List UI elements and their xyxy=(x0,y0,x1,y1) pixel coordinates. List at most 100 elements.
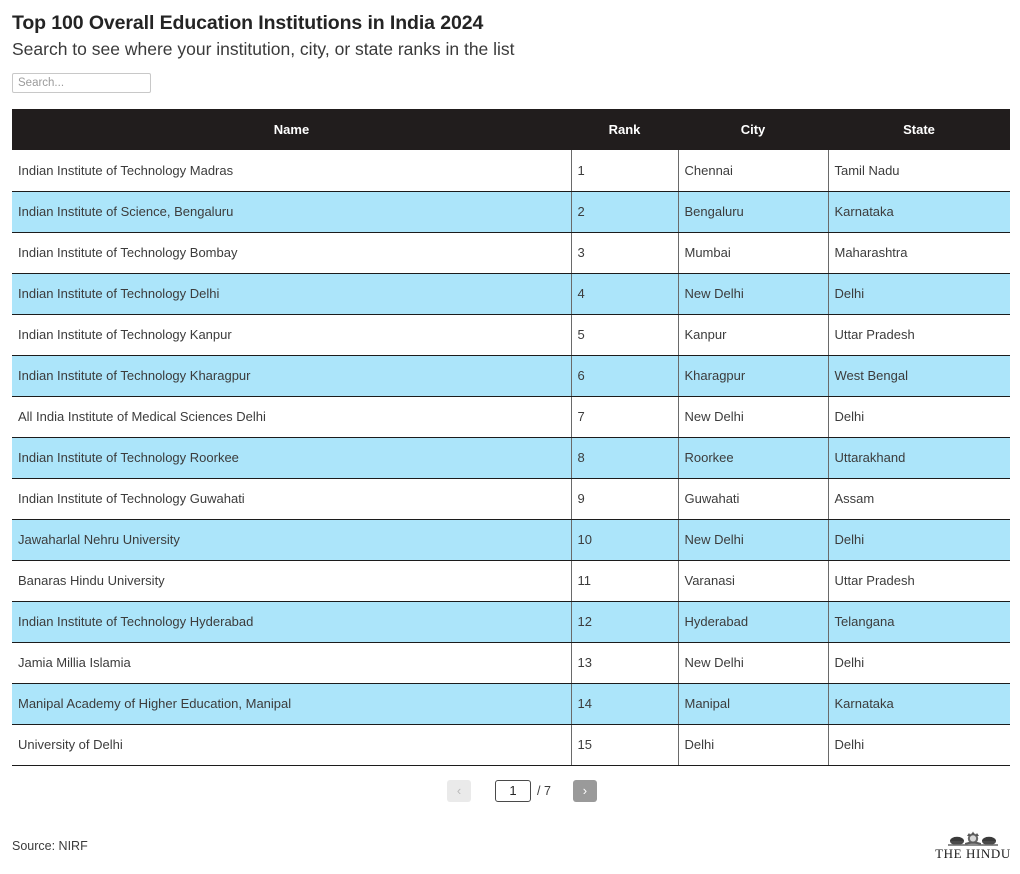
table-row: Jamia Millia Islamia 13 New Delhi Delhi xyxy=(12,642,1010,684)
table-row: Banaras Hindu University 11 Varanasi Uttar … xyxy=(12,560,1010,602)
table-head: Name Rank City State xyxy=(12,109,1010,150)
cell-rank: 5 xyxy=(571,314,679,356)
cell-city: Hyderabad xyxy=(678,601,829,643)
cell-state: Karnataka xyxy=(828,683,1010,725)
the-hindu-logo: THE HINDU xyxy=(935,831,1011,861)
previous-page-button[interactable]: ‹ xyxy=(447,779,472,802)
column-header-rank[interactable]: Rank xyxy=(571,109,678,150)
cell-city: Mumbai xyxy=(678,232,829,274)
cell-state: Maharashtra xyxy=(828,232,1010,274)
cell-name: Jawaharlal Nehru University xyxy=(12,519,572,561)
page-number-input[interactable] xyxy=(495,779,532,802)
table-row: Indian Institute of Technology Kanpur 5 Ka… xyxy=(12,314,1010,356)
table-container: Name Rank City State Indian Institute of… xyxy=(0,93,1020,806)
table-row: Indian Institute of Technology Delhi 4 New… xyxy=(12,273,1010,315)
cell-city: Varanasi xyxy=(678,560,829,602)
brand-name: THE HINDU xyxy=(935,846,1011,861)
header: Top 100 Overall Education Institutions i… xyxy=(0,0,1020,61)
cell-rank: 6 xyxy=(571,355,679,397)
cell-city: Bengaluru xyxy=(678,191,829,233)
column-header-city[interactable]: City xyxy=(678,109,828,150)
search-input[interactable] xyxy=(12,73,151,93)
cell-rank: 15 xyxy=(571,724,679,766)
cell-name: Indian Institute of Technology Madras xyxy=(12,150,572,192)
cell-state: Delhi xyxy=(828,396,1010,438)
cell-name: Jamia Millia Islamia xyxy=(12,642,572,684)
cell-city: New Delhi xyxy=(678,273,829,315)
table-row: All India Institute of Medical Sciences … xyxy=(12,396,1010,438)
cell-city: Manipal xyxy=(678,683,829,725)
cell-rank: 10 xyxy=(571,519,679,561)
cell-rank: 13 xyxy=(571,642,679,684)
search-container xyxy=(0,61,1020,93)
page-title: Top 100 Overall Education Institutions i… xyxy=(12,12,484,34)
cell-rank: 8 xyxy=(571,437,679,479)
cell-name: Indian Institute of Technology Hyderabad xyxy=(12,601,572,643)
table-row: Indian Institute of Technology Guwahati 9… xyxy=(12,478,1010,520)
rankings-table: Name Rank City State Indian Institute of… xyxy=(12,109,1010,766)
column-header-state[interactable]: State xyxy=(828,109,1010,150)
cell-state: Assam xyxy=(828,478,1010,520)
table-header-row: Name Rank City State xyxy=(12,109,1010,150)
cell-state: Delhi xyxy=(828,519,1010,561)
cell-city: New Delhi xyxy=(678,519,829,561)
table-row: Manipal Academy of Higher Education, Man… xyxy=(12,683,1010,725)
cell-rank: 11 xyxy=(571,560,679,602)
cell-city: Kanpur xyxy=(678,314,829,356)
cell-rank: 7 xyxy=(571,396,679,438)
cell-state: Karnataka xyxy=(828,191,1010,233)
cell-city: Delhi xyxy=(678,724,829,766)
table-row: Jawaharlal Nehru University 10 New Delhi De… xyxy=(12,519,1010,561)
cell-city: Chennai xyxy=(678,150,829,192)
cell-rank: 2 xyxy=(571,191,679,233)
cell-name: Indian Institute of Technology Delhi xyxy=(12,273,572,315)
cell-rank: 9 xyxy=(571,478,679,520)
table-body: Indian Institute of Technology Madras 1 Ch… xyxy=(12,150,1010,766)
cell-rank: 4 xyxy=(571,273,679,315)
cell-rank: 14 xyxy=(571,683,679,725)
table-row: Indian Institute of Science, Bengaluru 2 B… xyxy=(12,191,1010,233)
cell-city: New Delhi xyxy=(678,396,829,438)
cell-name: Indian Institute of Technology Kharagpur xyxy=(12,355,572,397)
table-row: Indian Institute of Technology Kharagpur… xyxy=(12,355,1010,397)
page-root: Top 100 Overall Education Institutions i… xyxy=(0,0,1020,874)
cell-name: Banaras Hindu University xyxy=(12,560,572,602)
total-pages-label: / 7 xyxy=(537,783,551,798)
cell-name: Indian Institute of Science, Bengaluru xyxy=(12,191,572,233)
table-row: Indian Institute of Technology Roorkee 8 R… xyxy=(12,437,1010,479)
page-subtitle: Search to see where your institution, ci… xyxy=(12,39,515,59)
cell-name: Indian Institute of Technology Roorkee xyxy=(12,437,572,479)
table-row: Indian Institute of Technology Hyderabad… xyxy=(12,601,1010,643)
pagination: ‹ / 7 › xyxy=(12,776,1020,806)
cell-state: Uttar Pradesh xyxy=(828,560,1010,602)
cell-city: Kharagpur xyxy=(678,355,829,397)
next-page-button[interactable]: › xyxy=(572,779,597,802)
cell-name: Indian Institute of Technology Guwahati xyxy=(12,478,572,520)
cell-state: Delhi xyxy=(828,724,1010,766)
cell-name: Indian Institute of Technology Bombay xyxy=(12,232,572,274)
cell-city: New Delhi xyxy=(678,642,829,684)
cell-city: Roorkee xyxy=(678,437,829,479)
cell-state: West Bengal xyxy=(828,355,1010,397)
cell-state: Uttarakhand xyxy=(828,437,1010,479)
cell-name: Manipal Academy of Higher Education, Man… xyxy=(12,683,572,725)
source-label: Source: NIRF xyxy=(12,839,88,853)
cell-name: Indian Institute of Technology Kanpur xyxy=(12,314,572,356)
cell-name: All India Institute of Medical Sciences … xyxy=(12,396,572,438)
footer: Source: NIRF THE HINDU xyxy=(0,818,1020,874)
cell-rank: 12 xyxy=(571,601,679,643)
column-header-name[interactable]: Name xyxy=(12,109,571,150)
cell-state: Delhi xyxy=(828,273,1010,315)
cell-state: Uttar Pradesh xyxy=(828,314,1010,356)
cell-state: Delhi xyxy=(828,642,1010,684)
table-row: Indian Institute of Technology Madras 1 Ch… xyxy=(12,150,1010,192)
table-row: University of Delhi 15 Delhi Delhi xyxy=(12,724,1010,766)
cell-state: Telangana xyxy=(828,601,1010,643)
cell-city: Guwahati xyxy=(678,478,829,520)
table-row: Indian Institute of Technology Bombay 3 Mu… xyxy=(12,232,1010,274)
cell-rank: 1 xyxy=(571,150,679,192)
cell-state: Tamil Nadu xyxy=(828,150,1010,192)
cell-rank: 3 xyxy=(571,232,679,274)
cell-name: University of Delhi xyxy=(12,724,572,766)
crest-icon xyxy=(945,831,1001,847)
